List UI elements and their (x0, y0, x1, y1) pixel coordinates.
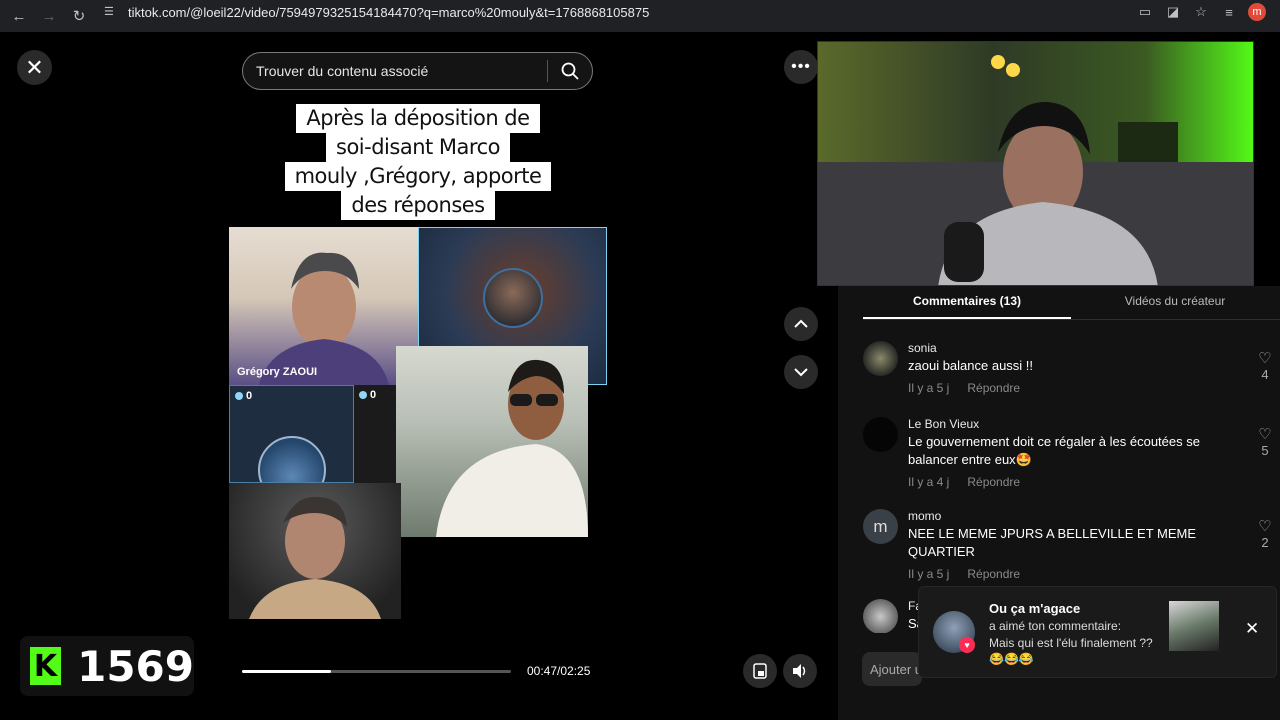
panel-tabs: Commentaires (13) Vidéos du créateur (863, 286, 1280, 320)
comment-item: sonia zaoui balance aussi !! Il y a 5 j R… (863, 341, 1273, 411)
close-icon[interactable]: ✕ (1245, 619, 1259, 639)
tab-search-icon[interactable]: ≡ (1220, 3, 1238, 21)
comment-text: Le gouvernement doit ce régaler à les éc… (908, 434, 1200, 467)
video-tile-blue: 0 (229, 385, 354, 483)
heart-icon[interactable]: ♡ (1255, 517, 1275, 535)
caption-line: Après la déposition de (296, 104, 540, 133)
comment-like[interactable]: ♡ 5 (1255, 425, 1275, 458)
participant-name: Grégory ZAOUI (237, 366, 318, 378)
avatar[interactable]: m (863, 509, 898, 544)
video-thumbnail (1169, 601, 1219, 651)
like-notification[interactable]: ♥ Ou ça m'agace a aimé ton commentaire: … (918, 586, 1277, 678)
reply-button[interactable]: Répondre (967, 567, 1020, 581)
notification-title: Ou ça m'agace (989, 601, 1081, 616)
tiktok-page: ✕ Trouver du contenu associé Après la dé… (0, 32, 1280, 720)
participant-avatar (483, 268, 543, 328)
search-input[interactable]: Trouver du contenu associé (256, 63, 547, 79)
viewer-badge: 0 (235, 390, 252, 402)
close-icon: ✕ (25, 54, 44, 80)
like-count: 2 (1261, 535, 1269, 550)
profile-avatar[interactable]: m (1248, 3, 1266, 21)
heart-icon[interactable]: ♡ (1255, 425, 1275, 443)
back-icon[interactable]: ← (4, 4, 34, 28)
video-time: 00:47/02:25 (527, 664, 591, 678)
kick-logo-icon: K (30, 647, 62, 685)
comment-time: Il y a 5 j (908, 381, 950, 395)
install-icon[interactable]: ▭ (1136, 3, 1154, 21)
bookmark-star-icon[interactable]: ☆ (1192, 3, 1210, 21)
notification-subtitle: a aimé ton commentaire: (989, 619, 1122, 633)
close-button[interactable]: ✕ (17, 50, 52, 85)
comment-time: Il y a 4 j (908, 475, 950, 489)
video-progress-fill (242, 670, 331, 673)
forward-icon[interactable]: → (34, 4, 64, 28)
participant-avatar (258, 436, 326, 482)
comment-like[interactable]: ♡ 2 (1255, 517, 1275, 550)
tab-creator-videos[interactable]: Vidéos du créateur (1071, 286, 1279, 319)
translate-icon[interactable]: ◪ (1164, 3, 1182, 21)
comment-item: m momo NEE LE MEME JPURS A BELLEVILLE ET… (863, 509, 1273, 597)
notification-body: Mais qui est l'élu finalement ??😂😂😂 (989, 636, 1153, 666)
caption-line: soi-disant Marco (326, 133, 510, 162)
previous-video-button[interactable] (784, 307, 818, 341)
caption-line: des réponses (341, 191, 495, 220)
comment-text: NEE LE MEME JPURS A BELLEVILLE ET MEME Q… (908, 526, 1197, 559)
next-video-button[interactable] (784, 355, 818, 389)
more-icon: ••• (791, 58, 811, 75)
tab-comments[interactable]: Commentaires (13) (863, 286, 1071, 319)
chevron-down-icon (794, 368, 808, 377)
related-search-bar[interactable]: Trouver du contenu associé (242, 52, 593, 90)
comment-text: zaoui balance aussi !! (908, 358, 1034, 373)
viewer-count: 1569 (77, 641, 194, 691)
floating-player-icon (753, 663, 767, 679)
avatar[interactable] (863, 341, 898, 376)
video-player[interactable]: Trouver du contenu associé Après la dépo… (229, 32, 607, 706)
kick-viewer-overlay: K 1569 (20, 636, 194, 696)
comment-username[interactable]: momo (908, 509, 941, 523)
comment-time: Il y a 5 j (908, 567, 950, 581)
heart-badge-icon: ♥ (959, 637, 975, 653)
like-count: 4 (1261, 367, 1269, 382)
comment-item: Le Bon Vieux Le gouvernement doit ce rég… (863, 417, 1273, 505)
viewer-badge: 0 (359, 389, 376, 401)
streamer-webcam (817, 41, 1254, 286)
more-options-button[interactable]: ••• (784, 50, 818, 84)
reload-icon[interactable]: ↻ (64, 4, 94, 28)
heart-icon[interactable]: ♡ (1255, 349, 1275, 367)
chevron-up-icon (794, 319, 808, 328)
floating-player-button[interactable] (743, 654, 777, 688)
url-text: tiktok.com/@loeil22/video/75949793251541… (128, 4, 650, 20)
video-tile-man-gray-hair: Grégory ZAOUI (229, 227, 418, 385)
caption-line: mouly ,Grégory, apporte (284, 162, 552, 191)
video-tile-dark: 0 (354, 385, 399, 483)
reply-button[interactable]: Répondre (967, 475, 1020, 489)
site-settings-icon[interactable]: ☰ (104, 5, 118, 19)
address-bar[interactable]: ☰ tiktok.com/@loeil22/video/759497932515… (104, 2, 1104, 22)
like-count: 5 (1261, 443, 1269, 458)
browser-toolbar: ← → ↻ ☰ tiktok.com/@loeil22/video/759497… (0, 0, 1280, 32)
comment-input[interactable]: Ajouter u (862, 652, 922, 686)
video-tile-sunglasses-man (396, 346, 588, 537)
video-progress-bar[interactable] (242, 670, 511, 673)
comment-like[interactable]: ♡ 4 (1255, 349, 1275, 382)
volume-button[interactable] (783, 654, 817, 688)
comment-username[interactable]: sonia (908, 341, 937, 355)
comment-username[interactable]: Le Bon Vieux (908, 417, 979, 431)
video-caption: Après la déposition de soi-disant Marco … (229, 104, 607, 220)
avatar[interactable] (863, 417, 898, 452)
reply-button[interactable]: Répondre (967, 381, 1020, 395)
search-icon[interactable] (548, 53, 592, 89)
volume-icon (793, 664, 806, 678)
video-tile-older-man (229, 483, 401, 619)
avatar[interactable] (863, 599, 898, 633)
